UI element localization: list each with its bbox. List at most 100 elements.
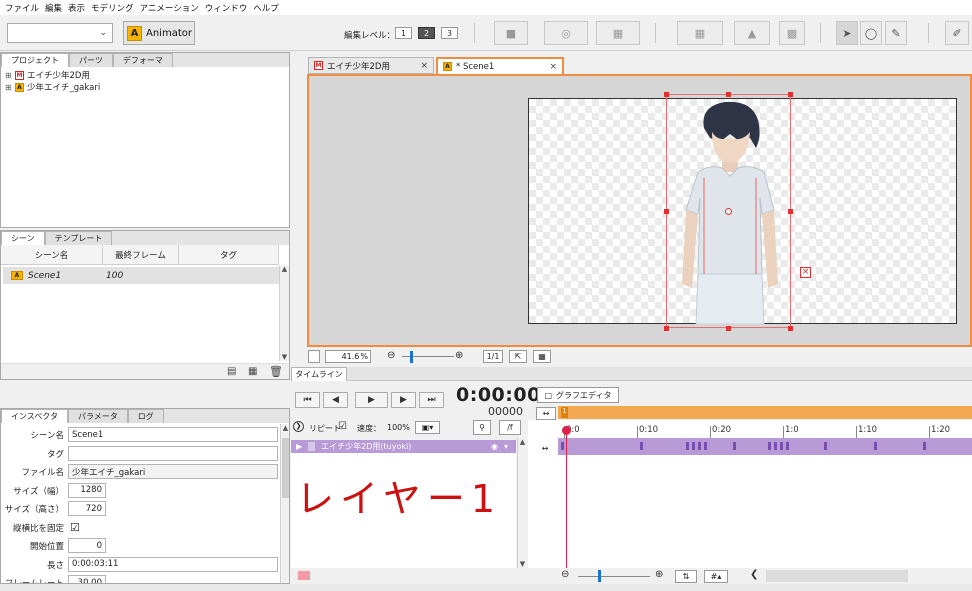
next-frame-icon[interactable]: ▶ bbox=[391, 392, 416, 408]
zoom-in-icon[interactable]: ⊕ bbox=[455, 350, 463, 361]
glue-tool-icon[interactable]: ▩ bbox=[779, 21, 805, 45]
zoom-out-icon[interactable]: ⊖ bbox=[561, 569, 569, 580]
grid-snap-icon[interactable]: #▴ bbox=[704, 570, 728, 583]
go-to-end-icon[interactable]: ⏭ bbox=[419, 392, 444, 408]
close-icon[interactable]: × bbox=[549, 62, 557, 72]
horizontal-expand-icon[interactable]: ↔ bbox=[536, 407, 556, 420]
keyframe-mark[interactable] bbox=[692, 442, 695, 450]
expand-icon[interactable]: ⊞ bbox=[5, 71, 12, 80]
chevron-right-icon[interactable]: ❯ bbox=[293, 421, 304, 432]
fx-button[interactable]: /f bbox=[499, 420, 521, 435]
layer-menu-icon[interactable]: ▾ bbox=[504, 442, 508, 451]
column-last-frame[interactable]: 最終フレーム bbox=[103, 245, 179, 265]
warp-deformer-icon[interactable]: ▦ bbox=[596, 21, 640, 45]
layer-scrollbar[interactable]: ▲ ▼ bbox=[517, 438, 527, 568]
tab-project[interactable]: プロジェクト bbox=[1, 53, 69, 67]
tab-timeline[interactable]: タイムライン bbox=[291, 367, 347, 381]
playhead-knob[interactable] bbox=[562, 426, 571, 435]
inspector-field[interactable]: 1280 bbox=[68, 482, 106, 498]
menu-item[interactable]: ヘルプ bbox=[250, 2, 282, 14]
time-ruler[interactable]: 0:0 0:10 0:20 1:0 1:10 1:20 bbox=[558, 424, 972, 438]
repeat-checkbox[interactable]: ☑ bbox=[338, 421, 347, 432]
deformer-tool-icon[interactable]: ■ bbox=[494, 21, 528, 45]
timeline-hscroll-thumb[interactable] bbox=[766, 570, 908, 582]
zoom-value-field[interactable]: 41.6% bbox=[325, 350, 371, 363]
edit-level-2-button[interactable]: 2 bbox=[418, 27, 435, 39]
keyframe-mark[interactable] bbox=[704, 442, 707, 450]
lasso-select-icon[interactable]: ◯ bbox=[860, 21, 882, 45]
go-to-start-icon[interactable]: ⏮ bbox=[295, 392, 320, 408]
graph-editor-button[interactable]: □ グラフエディタ bbox=[537, 387, 619, 403]
menu-item[interactable]: ファイル bbox=[2, 2, 42, 14]
menu-item[interactable]: 編集 bbox=[42, 2, 65, 14]
close-icon[interactable]: × bbox=[420, 61, 428, 71]
rotation-deformer-icon[interactable]: ◎ bbox=[544, 21, 588, 45]
inspector-field[interactable]: 30.00 bbox=[68, 575, 106, 583]
menu-item[interactable]: ウィンドウ bbox=[202, 2, 251, 14]
eye-icon[interactable]: ◉ bbox=[491, 442, 498, 451]
keyframe-mark[interactable] bbox=[561, 442, 564, 450]
column-scene-name[interactable]: シーン名 bbox=[1, 245, 103, 265]
table-row[interactable]: A Scene1 100 bbox=[3, 267, 279, 284]
keyframe-mark[interactable] bbox=[874, 442, 877, 450]
edit-level-1-button[interactable]: 1 bbox=[395, 27, 412, 39]
keyframe-mark[interactable] bbox=[640, 442, 643, 450]
arrow-select-icon[interactable]: ➤ bbox=[836, 21, 858, 45]
close-icon[interactable]: × bbox=[800, 267, 811, 278]
fit-screen-icon[interactable]: ⇱ bbox=[509, 350, 527, 363]
project-tree-item[interactable]: ⊞ M エイチ少年2D用 bbox=[1, 69, 289, 81]
new-layer-icon[interactable] bbox=[298, 571, 310, 580]
keyframe-mark[interactable] bbox=[733, 442, 736, 450]
inspector-field[interactable] bbox=[68, 445, 278, 461]
film-icon[interactable]: ▦ bbox=[248, 366, 257, 377]
view-mode-icon[interactable]: ▣▾ bbox=[415, 421, 440, 434]
tab-template[interactable]: テンプレート bbox=[44, 231, 113, 245]
playhead-line[interactable] bbox=[566, 426, 567, 568]
pin-tool-icon[interactable]: ▲ bbox=[734, 21, 770, 45]
doc-tab-scene1[interactable]: A * Scene1 × bbox=[436, 57, 564, 74]
keyframe-mark[interactable] bbox=[786, 442, 789, 450]
background-toggle[interactable] bbox=[308, 350, 320, 363]
transform-handle[interactable] bbox=[664, 209, 669, 214]
transform-handle[interactable] bbox=[726, 326, 731, 331]
tab-scene[interactable]: シーン bbox=[1, 231, 45, 245]
pen-tool-icon[interactable]: ✐ bbox=[945, 21, 969, 45]
previous-frame-icon[interactable]: ◀ bbox=[323, 392, 348, 408]
transform-handle[interactable] bbox=[788, 92, 793, 97]
inspector-scrollbar[interactable]: ▲ bbox=[280, 424, 289, 583]
inspector-checkbox[interactable]: ☑ bbox=[68, 520, 80, 535]
transform-handle[interactable] bbox=[664, 326, 669, 331]
tab-parts[interactable]: パーツ bbox=[69, 53, 113, 67]
workspace-dropdown[interactable]: ⌄ bbox=[7, 23, 113, 43]
transform-handle[interactable] bbox=[788, 326, 793, 331]
brush-select-icon[interactable]: ✎ bbox=[885, 21, 907, 45]
timeline-zoom-thumb[interactable] bbox=[598, 570, 601, 582]
edit-level-3-button[interactable]: 3 bbox=[441, 27, 458, 39]
pivot-handle[interactable] bbox=[725, 208, 732, 215]
keyframe-mark[interactable] bbox=[923, 442, 926, 450]
transform-handle[interactable] bbox=[726, 92, 731, 97]
inspector-field[interactable]: 720 bbox=[68, 501, 106, 516]
work-area-bar[interactable] bbox=[558, 406, 972, 419]
pin-icon[interactable]: ⚲ bbox=[473, 420, 491, 435]
doc-tab-model[interactable]: M エイチ少年2D用 × bbox=[308, 57, 434, 74]
inspector-field[interactable]: 0 bbox=[68, 538, 106, 553]
layer-row[interactable]: ▶ エイチ少年2D用(tuyoki) ◉ ▾ bbox=[291, 440, 516, 453]
animator-button[interactable]: A Animator bbox=[123, 21, 195, 45]
expand-icon[interactable]: ⊞ bbox=[5, 83, 12, 92]
menu-item[interactable]: 表示 bbox=[65, 2, 88, 14]
inspector-field[interactable]: 0:00:03:11 bbox=[68, 556, 278, 572]
keyframe-mark[interactable] bbox=[768, 442, 771, 450]
mesh-edit-icon[interactable]: ▦ bbox=[677, 21, 723, 45]
zoom-slider-thumb[interactable] bbox=[410, 351, 413, 363]
tab-parameter[interactable]: パラメータ bbox=[67, 409, 128, 423]
keyframe-mark[interactable] bbox=[780, 442, 783, 450]
play-icon[interactable]: ▶ bbox=[355, 392, 388, 408]
transform-handle[interactable] bbox=[664, 92, 669, 97]
keyframe-mark[interactable] bbox=[824, 442, 827, 450]
keyframe-mark[interactable] bbox=[686, 442, 689, 450]
tab-log[interactable]: ログ bbox=[127, 409, 164, 423]
horizontal-expand-icon[interactable]: ↔ bbox=[538, 442, 552, 455]
inspector-field[interactable]: Scene1 bbox=[68, 427, 278, 442]
expand-triangle-icon[interactable]: ▶ bbox=[296, 442, 302, 451]
